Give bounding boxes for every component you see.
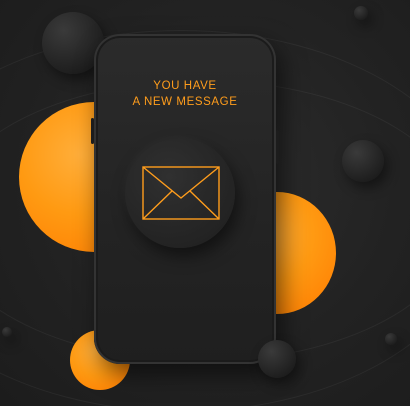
dark-sphere-right — [342, 140, 384, 182]
volume-button — [91, 118, 94, 144]
envelope-button[interactable] — [125, 138, 235, 248]
message-line-2: A NEW MESSAGE — [132, 96, 238, 108]
dark-sphere-small — [385, 333, 397, 345]
dark-sphere-corner — [354, 6, 368, 20]
envelope-icon — [142, 166, 220, 220]
message-line-1: YOU HAVE — [153, 80, 217, 92]
smartphone: YOU HAVE A NEW MESSAGE — [91, 34, 279, 364]
dark-sphere-bottom — [258, 340, 296, 378]
promo-scene: YOU HAVE A NEW MESSAGE — [0, 0, 410, 406]
power-button — [276, 130, 279, 164]
dark-sphere-left — [2, 327, 12, 337]
